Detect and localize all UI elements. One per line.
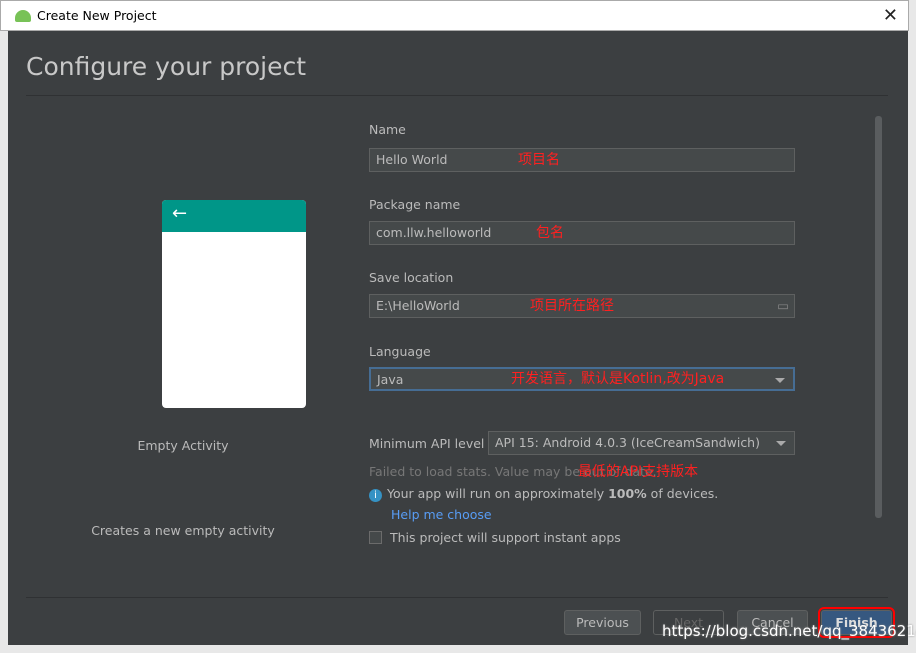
window-title: Create New Project xyxy=(37,8,157,23)
back-arrow-icon: ← xyxy=(162,200,306,232)
coverage-pct: 100% xyxy=(608,486,647,501)
package-value: com.llw.helloworld xyxy=(376,225,492,240)
coverage-post: of devices. xyxy=(646,486,719,501)
template-preview: ← xyxy=(162,200,306,408)
title-bar: Create New Project ✕ xyxy=(0,0,909,31)
android-icon xyxy=(15,9,31,22)
min-api-value: API 15: Android 4.0.3 (IceCreamSandwich) xyxy=(495,435,760,450)
annotation: 最低的API支持版本 xyxy=(578,464,699,480)
close-button[interactable]: ✕ xyxy=(883,5,898,26)
annotation: 包名 xyxy=(536,225,564,241)
scrollbar[interactable] xyxy=(875,116,882,518)
language-label: Language xyxy=(369,344,431,359)
package-input[interactable]: com.llw.helloworld xyxy=(369,221,795,245)
min-api-dropdown[interactable]: API 15: Android 4.0.3 (IceCreamSandwich) xyxy=(488,431,795,455)
name-label: Name xyxy=(369,122,406,137)
package-label: Package name xyxy=(369,197,461,212)
template-description: Creates a new empty activity xyxy=(91,523,275,538)
location-label: Save location xyxy=(369,270,454,285)
annotation: 项目名 xyxy=(518,152,560,168)
content-panel: ← Empty Activity Creates a new empty act… xyxy=(26,95,888,598)
dialog: Configure your project ← Empty Activity … xyxy=(8,31,908,645)
name-value: Hello World xyxy=(376,152,448,167)
folder-icon[interactable]: ▭ xyxy=(777,298,789,313)
instant-apps-label: This project will support instant apps xyxy=(390,530,621,545)
coverage-pre: Your app will run on approximately xyxy=(387,486,609,501)
annotation: 开发语言，默认是Kotlin,改为Java xyxy=(511,371,725,387)
checkbox[interactable] xyxy=(369,531,382,544)
annotation: 项目所在路径 xyxy=(530,298,614,314)
page-title: Configure your project xyxy=(26,52,307,81)
watermark: https://blog.csdn.net/qq_38436214 xyxy=(662,622,916,640)
coverage-text: i Your app will run on approximately 100%… xyxy=(369,486,718,502)
language-value: Java xyxy=(377,372,404,387)
info-icon: i xyxy=(369,489,382,502)
help-me-choose-link[interactable]: Help me choose xyxy=(391,507,492,522)
previous-button[interactable]: Previous xyxy=(564,610,641,635)
template-name: Empty Activity xyxy=(137,438,229,453)
instant-apps-checkbox[interactable]: This project will support instant apps xyxy=(369,530,621,545)
min-api-label: Minimum API level xyxy=(369,436,485,451)
location-value: E:\HelloWorld xyxy=(376,298,460,313)
name-input[interactable]: Hello World xyxy=(369,148,795,172)
